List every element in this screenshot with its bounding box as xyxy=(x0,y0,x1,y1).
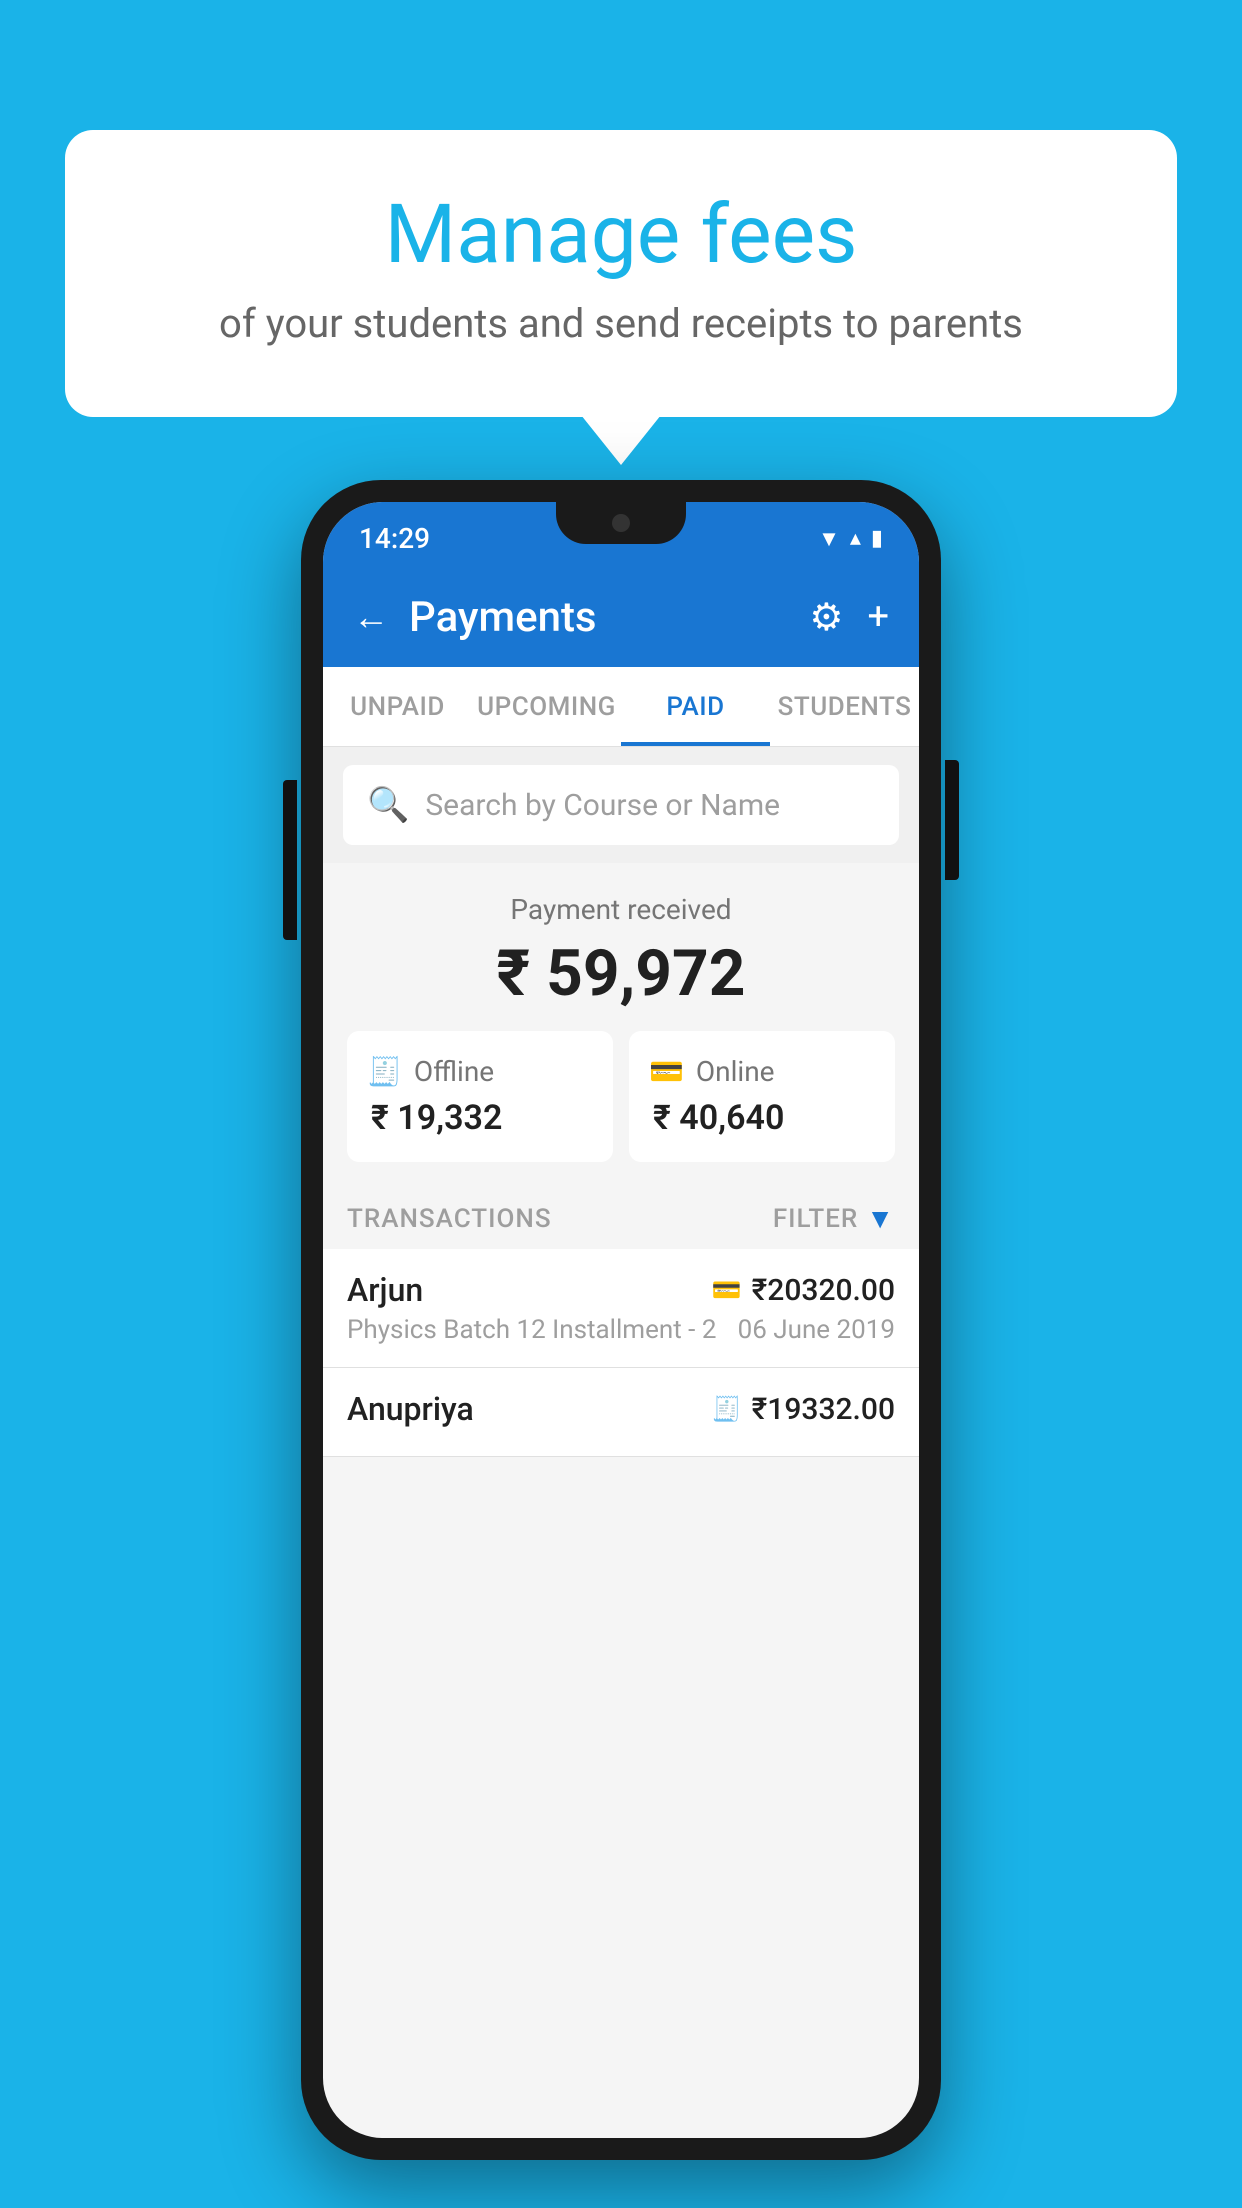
search-icon: 🔍 xyxy=(367,785,409,825)
add-icon[interactable]: + xyxy=(867,595,889,639)
transaction-list: Arjun 💳 ₹20320.00 Physics Batch 12 Insta… xyxy=(323,1249,919,1457)
filter-label: FILTER xyxy=(773,1204,858,1234)
transaction-date-arjun: 06 June 2019 xyxy=(738,1315,895,1345)
transaction-amount-arjun: ₹20320.00 xyxy=(752,1273,895,1308)
header-right: ⚙ + xyxy=(809,595,889,640)
transaction-course-arjun: Physics Batch 12 Installment - 2 xyxy=(347,1315,716,1345)
app-header: ← Payments ⚙ + xyxy=(323,567,919,667)
tab-upcoming[interactable]: UPCOMING xyxy=(472,667,621,746)
transaction-amount-wrap-anupriya: 🧾 ₹19332.00 xyxy=(712,1392,895,1427)
back-button[interactable]: ← xyxy=(353,596,389,638)
transaction-amount-anupriya: ₹19332.00 xyxy=(752,1392,895,1427)
table-row[interactable]: Arjun 💳 ₹20320.00 Physics Batch 12 Insta… xyxy=(323,1249,919,1368)
transactions-header: TRANSACTIONS FILTER ▼ xyxy=(323,1182,919,1249)
offline-icon: 🧾 xyxy=(367,1055,402,1088)
offline-label: Offline xyxy=(414,1055,494,1088)
payment-received-label: Payment received xyxy=(343,893,899,926)
tab-students[interactable]: STUDENTS xyxy=(770,667,919,746)
online-payment-icon: 💳 xyxy=(712,1276,742,1304)
bubble-title: Manage fees xyxy=(145,190,1097,280)
transaction-row1-arjun: Arjun 💳 ₹20320.00 xyxy=(347,1271,895,1309)
offline-card-header: 🧾 Offline xyxy=(367,1055,593,1088)
status-time: 14:29 xyxy=(359,522,430,555)
phone-mockup: 14:29 ▼ ▴ ▮ ← Payments ⚙ + xyxy=(301,480,941,2160)
table-row[interactable]: Anupriya 🧾 ₹19332.00 xyxy=(323,1368,919,1457)
transaction-name-arjun: Arjun xyxy=(347,1271,423,1309)
online-amount: ₹ 40,640 xyxy=(649,1098,875,1138)
status-icons: ▼ ▴ ▮ xyxy=(818,526,883,552)
wifi-icon: ▼ xyxy=(818,526,840,552)
online-label: Online xyxy=(696,1055,775,1088)
offline-card: 🧾 Offline ₹ 19,332 xyxy=(347,1031,613,1162)
speech-bubble: Manage fees of your students and send re… xyxy=(65,130,1177,417)
online-card: 💳 Online ₹ 40,640 xyxy=(629,1031,895,1162)
transactions-label: TRANSACTIONS xyxy=(347,1204,552,1234)
settings-icon[interactable]: ⚙ xyxy=(809,595,843,640)
transaction-row1-anupriya: Anupriya 🧾 ₹19332.00 xyxy=(347,1390,895,1428)
search-container: 🔍 Search by Course or Name xyxy=(323,747,919,863)
transaction-amount-wrap-arjun: 💳 ₹20320.00 xyxy=(712,1273,895,1308)
offline-amount: ₹ 19,332 xyxy=(367,1098,593,1138)
phone-screen: 14:29 ▼ ▴ ▮ ← Payments ⚙ + xyxy=(323,502,919,2138)
camera-dot xyxy=(612,514,630,532)
online-icon: 💳 xyxy=(649,1055,684,1088)
filter-button[interactable]: FILTER ▼ xyxy=(773,1202,895,1235)
transaction-name-anupriya: Anupriya xyxy=(347,1390,474,1428)
speech-bubble-container: Manage fees of your students and send re… xyxy=(65,130,1177,417)
filter-icon: ▼ xyxy=(866,1202,895,1235)
signal-icon: ▴ xyxy=(850,526,861,551)
page-title: Payments xyxy=(409,593,597,642)
phone-outer-shell: 14:29 ▼ ▴ ▮ ← Payments ⚙ + xyxy=(301,480,941,2160)
transaction-row2-arjun: Physics Batch 12 Installment - 2 06 June… xyxy=(347,1315,895,1345)
battery-icon: ▮ xyxy=(871,526,883,551)
payment-amount: ₹ 59,972 xyxy=(343,936,899,1011)
phone-notch xyxy=(556,502,686,544)
tab-paid[interactable]: PAID xyxy=(621,667,770,746)
bubble-subtitle: of your students and send receipts to pa… xyxy=(145,300,1097,347)
payment-summary: Payment received ₹ 59,972 🧾 Offline ₹ 19… xyxy=(323,863,919,1182)
search-bar[interactable]: 🔍 Search by Course or Name xyxy=(343,765,899,845)
offline-payment-icon: 🧾 xyxy=(712,1395,742,1423)
payment-cards: 🧾 Offline ₹ 19,332 💳 Online ₹ 40,640 xyxy=(343,1031,899,1162)
header-left: ← Payments xyxy=(353,593,597,642)
online-card-header: 💳 Online xyxy=(649,1055,875,1088)
tabs-container: UNPAID UPCOMING PAID STUDENTS xyxy=(323,667,919,747)
tab-unpaid[interactable]: UNPAID xyxy=(323,667,472,746)
search-input[interactable]: Search by Course or Name xyxy=(425,788,780,823)
